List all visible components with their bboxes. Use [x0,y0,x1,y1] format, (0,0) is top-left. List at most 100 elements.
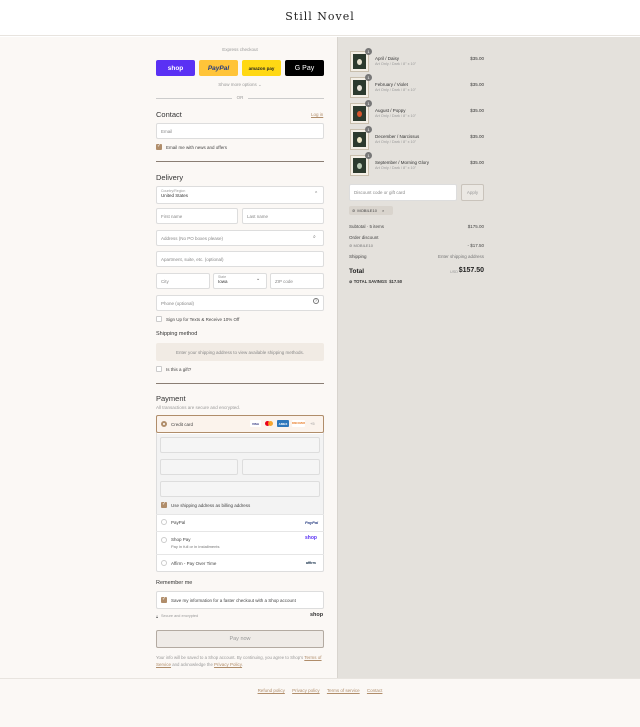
quantity-badge: 1 [365,126,372,133]
paypal-radio[interactable] [161,519,167,525]
paypal-option-label: PayPal [171,520,186,525]
product-variant: Art Only / Dark / 8" x 10" [375,140,417,144]
zip-field[interactable]: ZIP code [270,273,324,289]
checkbox-icon [161,596,167,603]
delivery-heading: Delivery [156,173,184,182]
news-checkbox[interactable] [156,143,162,150]
shop-pay-subtitle: Pay in full or in installments [171,544,220,549]
checkbox-icon [161,501,167,508]
affirm-option-label: Affirm - Pay Over Time [171,561,217,566]
order-discount-code-text: MOBILE10 [353,243,374,248]
contact-link[interactable]: Contact [367,688,383,693]
shop-pay-option-label: Shop Pay [171,537,191,542]
product-variant: Art Only / Dark / 8" x 10" [375,114,417,118]
amex-icon: AMEX [277,420,289,427]
discount-input[interactable]: Discount code or gift card [349,184,457,201]
city-field[interactable]: City [156,273,210,289]
affirm-radio[interactable] [161,560,167,566]
search-icon: ⌕ [313,234,316,240]
card-number-field[interactable] [160,437,320,453]
first-name-field[interactable]: First name [156,208,238,224]
product-price: $35.00 [470,56,484,61]
brand-logo[interactable]: Still Novel [0,10,640,23]
flower-icon [357,110,362,117]
subtotal-value: $175.00 [467,224,484,229]
privacy-policy-link[interactable]: Privacy policy [292,688,320,693]
privacy-link[interactable]: Privacy Policy [214,662,242,667]
or-separator: OR [232,95,248,100]
shop-pay-button[interactable]: shop [156,60,195,76]
shop-logo: shop [310,612,324,618]
product-name: April / Daisy [375,56,400,61]
gift-checkbox[interactable] [156,366,162,372]
shop-pay-logo: shop [305,535,317,541]
radio-selected[interactable] [161,421,167,427]
checkbox-icon [156,366,162,372]
credit-card-label: Credit card [171,422,194,427]
chevron-down-icon: ⌄ [258,82,262,87]
country-value: United States [161,193,189,198]
product-variant: Art Only / Dark / 8" x 10" [375,62,417,66]
billing-label: Use shipping address as billing address [171,503,251,508]
legal-end: . [242,662,244,667]
security-code-field[interactable] [242,459,320,475]
amazon-pay-button[interactable]: amazon pay [242,60,281,76]
total-value: $157.50 [458,267,484,274]
expiry-field[interactable] [160,459,238,475]
artwork [353,54,366,69]
order-discount-code: ⊘ MOBILE10 [349,243,373,248]
legal-and: and acknowledge the [172,662,213,667]
billing-checkbox[interactable] [161,501,167,508]
chevron-up-icon: ⌃ [314,191,319,197]
footer-links: Refund policy Privacy policy Terms of se… [0,688,640,693]
product-name: August / Poppy [375,108,406,113]
phone-field[interactable]: Phone (optional) [156,295,324,311]
google-pay-button[interactable]: G Pay [285,60,324,76]
product-variant: Art Only / Dark / 8" x 10" [375,88,417,92]
save-info-label: Save my information for a faster checkou… [171,598,296,603]
last-name-field[interactable]: Last name [242,208,324,224]
flower-icon [357,162,362,169]
mastercard-icon [264,421,274,427]
pay-now-button[interactable]: Pay now [156,630,324,648]
sms-label: Sign Up for Texts & Receive 10% Off [166,317,240,322]
product-price: $35.00 [470,134,484,139]
subtotal-label: Subtotal · 5 items [349,224,385,229]
login-link[interactable]: Log in [311,112,323,117]
quantity-badge: 1 [365,152,372,159]
address-field[interactable]: Address (No PO boxes please) [156,230,324,246]
paypal-button[interactable]: PayPal [199,60,238,76]
checkbox-icon [156,316,162,322]
shop-pay-radio[interactable] [161,537,167,543]
lock-icon: 🔒︎ [156,614,159,619]
terms-of-service-link[interactable]: Terms of service [327,688,360,693]
flower-icon [357,84,362,91]
email-field[interactable]: Email [156,123,324,139]
show-more-options-link[interactable]: Show more options ⌄ [156,82,324,88]
save-info-checkbox[interactable] [161,596,167,603]
legal-text: Your info will be saved to a Shop accoun… [156,654,328,668]
section-divider [156,383,324,384]
flower-icon [357,136,362,143]
artwork [353,80,366,95]
refund-policy-link[interactable]: Refund policy [258,688,285,693]
show-more-label: Show more options [218,82,257,87]
country-select[interactable]: Country/Region United States [156,186,324,204]
gift-label: Is this a gift? [166,367,192,372]
news-label: Email me with news and offers [166,145,227,150]
apply-button[interactable]: Apply [461,184,484,201]
remember-me-heading: Remember me [156,580,193,586]
footer: Refund policy Privacy policy Terms of se… [0,678,640,727]
payment-heading: Payment [156,394,186,403]
help-icon[interactable]: ? [313,298,319,304]
order-discount-value: - $17.50 [467,243,484,248]
apartment-field[interactable]: Apartment, suite, etc. (optional) [156,251,324,267]
sms-checkbox[interactable] [156,316,162,322]
product-name: December / Narcissus [375,134,420,139]
chevron-down-icon: ⌄ [256,276,261,282]
product-price: $35.00 [470,108,484,113]
artwork [353,132,366,147]
remove-icon[interactable]: × [382,208,384,213]
contact-heading: Contact [156,110,182,119]
name-on-card-field[interactable] [160,481,320,497]
